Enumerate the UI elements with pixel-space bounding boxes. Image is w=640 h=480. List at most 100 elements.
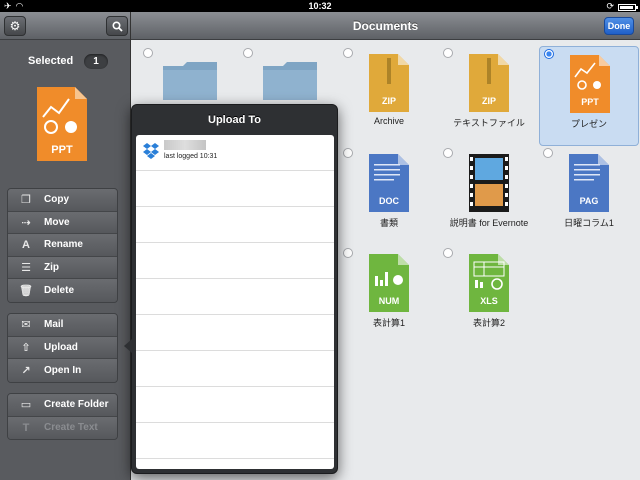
settings-button[interactable]: ⚙ bbox=[4, 16, 26, 36]
select-radio[interactable] bbox=[544, 49, 554, 59]
empty-list-row bbox=[136, 315, 334, 351]
search-button[interactable] bbox=[106, 16, 128, 36]
empty-list-row bbox=[136, 243, 334, 279]
create-folder-icon: ▭ bbox=[20, 399, 32, 412]
file-name: 表計算1 bbox=[372, 318, 405, 328]
dropbox-icon bbox=[143, 143, 159, 159]
trash-icon: 🗑 bbox=[19, 284, 33, 297]
page-title: Documents bbox=[352, 19, 419, 33]
select-radio[interactable] bbox=[343, 48, 353, 58]
share-actions-group: ✉ Mail ⇧ Upload ↗ Open In bbox=[7, 313, 118, 383]
open-in-button[interactable]: ↗ Open In bbox=[8, 359, 117, 382]
create-text-icon: T bbox=[22, 421, 30, 434]
file-name: 説明書 for Evernote bbox=[449, 218, 529, 228]
empty-list-row bbox=[136, 387, 334, 423]
svg-text:PPT: PPT bbox=[581, 97, 599, 107]
select-radio[interactable] bbox=[243, 48, 253, 58]
file-item[interactable]: XLS 表計算2 bbox=[439, 246, 539, 346]
file-item[interactable]: NUM 表計算1 bbox=[339, 246, 439, 346]
zip-file-icon: ZIP bbox=[369, 54, 409, 112]
orientation-lock-icon: ⟳ bbox=[606, 1, 614, 11]
svg-text:NUM: NUM bbox=[379, 296, 400, 306]
file-item[interactable]: ZIP テキストファイル bbox=[439, 46, 539, 146]
action-label: Create Text bbox=[44, 422, 98, 434]
file-item[interactable]: PPT プレゼン bbox=[539, 46, 639, 146]
copy-button[interactable]: ❐ Copy bbox=[8, 189, 117, 212]
xls-file-icon: XLS bbox=[469, 254, 509, 312]
file-item[interactable]: 説明書 for Evernote bbox=[439, 146, 539, 246]
upload-to-popover: Upload To last logged 10:31 bbox=[124, 104, 338, 474]
svg-text:XLS: XLS bbox=[480, 296, 498, 306]
redacted-account-name bbox=[164, 140, 206, 150]
action-label: Move bbox=[44, 216, 70, 228]
dropbox-account-row[interactable]: last logged 10:31 bbox=[136, 135, 334, 171]
empty-list-row bbox=[136, 351, 334, 387]
rename-icon: A bbox=[22, 238, 30, 251]
num-file-icon: NUM bbox=[369, 254, 409, 312]
selected-ppt-preview-icon: PPT bbox=[37, 87, 87, 161]
empty-list-row bbox=[136, 423, 334, 459]
svg-text:DOC: DOC bbox=[379, 196, 400, 206]
sidebar-toolbar: ⚙ bbox=[0, 12, 130, 40]
popover-title: Upload To bbox=[208, 114, 261, 126]
file-name: プレゼン bbox=[570, 119, 607, 129]
status-bar: ✈ ◠ 10:32 ⟳ bbox=[0, 0, 640, 12]
status-time: 10:32 bbox=[308, 1, 332, 11]
svg-text:PAG: PAG bbox=[580, 196, 599, 206]
select-radio[interactable] bbox=[343, 148, 353, 158]
file-name: 表計算2 bbox=[472, 318, 505, 328]
select-radio[interactable] bbox=[543, 148, 553, 158]
mail-button[interactable]: ✉ Mail bbox=[8, 314, 117, 337]
ppt-file-icon: PPT bbox=[570, 55, 610, 113]
delete-button[interactable]: 🗑 Delete bbox=[8, 279, 117, 302]
rename-button[interactable]: A Rename bbox=[8, 234, 117, 257]
file-name: テキストファイル bbox=[453, 118, 525, 128]
selected-ppt-type-label: PPT bbox=[51, 144, 73, 156]
create-folder-button[interactable]: ▭ Create Folder bbox=[8, 394, 117, 417]
svg-text:ZIP: ZIP bbox=[382, 96, 396, 106]
selected-count-badge: 1 bbox=[84, 54, 108, 69]
select-radio[interactable] bbox=[443, 48, 453, 58]
zip-icon: ☰ bbox=[21, 261, 31, 274]
done-button[interactable]: Done bbox=[604, 17, 634, 35]
battery-icon bbox=[618, 3, 638, 11]
action-label: Upload bbox=[44, 341, 78, 353]
action-label: Zip bbox=[44, 261, 59, 273]
move-button[interactable]: ⇢ Move bbox=[8, 211, 117, 234]
empty-list-row bbox=[136, 207, 334, 243]
search-icon bbox=[111, 21, 123, 32]
sidebar: ⚙ Selected 1 PPT ❐ Copy ⇢ Move A Rename ☰ Zip 🗑 D… bbox=[0, 12, 131, 480]
zip-file-icon: ZIP bbox=[469, 54, 509, 112]
copy-icon: ❐ bbox=[21, 194, 31, 207]
file-item[interactable]: ZIP Archive bbox=[339, 46, 439, 146]
folder-icon bbox=[163, 62, 217, 100]
selected-label: Selected bbox=[28, 55, 74, 67]
action-label: Rename bbox=[44, 239, 83, 251]
file-name: 書類 bbox=[379, 218, 398, 228]
open-in-icon: ↗ bbox=[21, 364, 31, 377]
mail-icon: ✉ bbox=[21, 319, 31, 332]
file-item[interactable]: PAG 日曜コラム1 bbox=[539, 146, 639, 246]
navigation-bar: Documents Done bbox=[131, 12, 640, 40]
action-label: Delete bbox=[44, 284, 75, 296]
move-icon: ⇢ bbox=[21, 216, 31, 229]
select-radio[interactable] bbox=[443, 148, 453, 158]
upload-button[interactable]: ⇧ Upload bbox=[8, 336, 117, 359]
popover-arrow bbox=[124, 339, 132, 353]
zip-button[interactable]: ☰ Zip bbox=[8, 256, 117, 279]
upload-icon: ⇧ bbox=[21, 341, 31, 354]
select-radio[interactable] bbox=[443, 248, 453, 258]
svg-text:ZIP: ZIP bbox=[482, 96, 496, 106]
file-actions-group: ❐ Copy ⇢ Move A Rename ☰ Zip 🗑 Delete bbox=[7, 188, 118, 303]
upload-destination-list: last logged 10:31 bbox=[136, 135, 334, 469]
action-label: Create Folder bbox=[44, 399, 109, 411]
select-radio[interactable] bbox=[343, 248, 353, 258]
select-radio[interactable] bbox=[143, 48, 153, 58]
folder-icon bbox=[263, 62, 317, 100]
create-actions-group: ▭ Create Folder T Create Text bbox=[7, 393, 118, 440]
action-label: Mail bbox=[44, 319, 64, 331]
action-label: Copy bbox=[44, 194, 69, 206]
last-logged-text: last logged 10:31 bbox=[164, 153, 218, 160]
empty-list-row bbox=[136, 171, 334, 207]
file-item[interactable]: DOC 書類 bbox=[339, 146, 439, 246]
